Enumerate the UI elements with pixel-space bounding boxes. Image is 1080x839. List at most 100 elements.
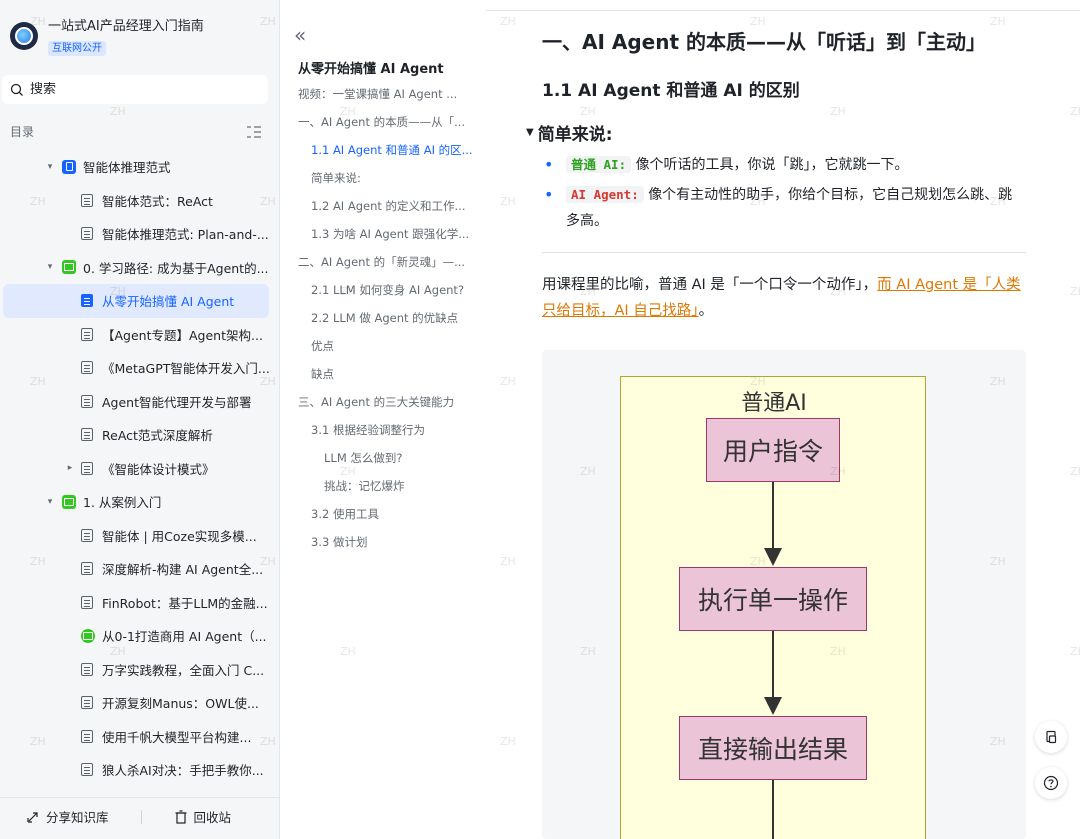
top-divider xyxy=(486,10,1080,11)
sidebar: 一站式AI产品经理入门指南 互联网公开 目录 ▾ 智能体推理范式智能体范式：ReA… xyxy=(0,0,280,839)
sidebar-item[interactable]: 开源复刻Manus：OWL使... xyxy=(0,686,280,720)
folder-icon xyxy=(62,260,76,275)
outline-item[interactable]: LLM 怎么做到? xyxy=(286,448,486,476)
outline-item[interactable]: 三、AI Agent 的三大关键能力 xyxy=(286,392,486,420)
bullet-text: 像个听话的工具，你说「跳」，它就跳一下。 xyxy=(635,157,909,173)
sidebar-item-label: 智能体范式：ReAct xyxy=(102,193,213,209)
help-button[interactable] xyxy=(1035,767,1067,799)
sidebar-item[interactable]: ▾ 1. 从案例入门 xyxy=(0,485,280,519)
outline-item[interactable]: 挑战：记忆爆炸 xyxy=(286,476,486,504)
sidebar-item[interactable]: ReAct范式深度解析 xyxy=(0,418,280,452)
help-icon xyxy=(1043,775,1059,791)
search-box[interactable] xyxy=(2,75,268,104)
sidebar-item-label: 0. 学习路径: 成为基于Agent的... xyxy=(83,260,269,276)
heading-3-collapsible[interactable]: ▼ 简单来说: xyxy=(526,120,613,145)
doc-icon xyxy=(81,729,93,743)
kb-title[interactable]: 一站式AI产品经理入门指南 xyxy=(48,18,204,36)
outline-item[interactable]: 1.1 AI Agent 和普通 AI 的区... xyxy=(286,140,486,168)
collapse-caret-icon[interactable]: ▸ xyxy=(65,463,75,473)
outline-item[interactable]: 视频：一堂课搞懂 AI Agent ... xyxy=(286,84,486,112)
arrowhead-icon xyxy=(764,548,782,566)
doc-icon xyxy=(81,361,93,375)
folder-icon xyxy=(62,494,76,509)
outline-item[interactable]: 1.3 为啥 AI Agent 跟强化学... xyxy=(286,224,486,252)
collapse-caret-icon[interactable]: ▼ xyxy=(526,127,534,138)
sidebar-item[interactable]: 从0-1打造商用 AI Agent（... xyxy=(0,619,280,653)
expand-caret-icon[interactable]: ▾ xyxy=(45,497,55,507)
sidebar-item-label: 1. 从案例入门 xyxy=(83,495,162,511)
doc-icon xyxy=(81,662,93,676)
sidebar-item-label: 智能体推理范式 xyxy=(83,160,171,176)
bullet-item: 普通 AI: 像个听话的工具，你说「跳」，它就跳一下。 xyxy=(542,152,1022,178)
trash-label: 回收站 xyxy=(193,810,232,825)
diagram-edge xyxy=(772,780,774,839)
sidebar-item[interactable]: 狼人杀AI对决：手把手教你... xyxy=(0,753,280,787)
sidebar-item[interactable]: 从零开始搞懂 AI Agent xyxy=(3,284,269,318)
paragraph: 用课程里的比喻，普通 AI 是「一个口令一个动作」，而 AI Agent 是「人… xyxy=(542,272,1026,324)
outline-title[interactable]: 从零开始搞懂 AI Agent xyxy=(298,58,444,77)
sidebar-item[interactable]: Agent智能代理开发与部署 xyxy=(0,385,280,419)
paragraph-end: 。 xyxy=(698,303,714,319)
sidebar-item[interactable]: FinRobot：基于LLM的金融... xyxy=(0,586,280,620)
search-input[interactable] xyxy=(30,82,230,97)
sidebar-item-label: 《智能体设计模式》 xyxy=(102,461,215,477)
sidebar-item[interactable]: ▾ 0. 学习路径: 成为基于Agent的... xyxy=(0,251,280,285)
diagram-node: 用户指令 xyxy=(706,418,840,482)
diagram-edge xyxy=(772,631,774,699)
outline-item[interactable]: 优点 xyxy=(286,336,486,364)
doc-icon xyxy=(81,628,95,643)
outline-item[interactable]: 3.3 做计划 xyxy=(286,532,486,560)
sidebar-item[interactable]: 使用千帆大模型平台构建... xyxy=(0,720,280,754)
mermaid-diagram[interactable]: 普通AI 用户指令 执行单一操作 直接输出结果 xyxy=(542,350,1026,839)
sidebar-item[interactable]: ▸ 《智能体设计模式》 xyxy=(0,452,280,486)
arrowhead-icon xyxy=(764,697,782,715)
sidebar-item[interactable]: 智能体范式：ReAct xyxy=(0,184,280,218)
outline-item[interactable]: 3.2 使用工具 xyxy=(286,504,486,532)
expand-caret-icon[interactable]: ▾ xyxy=(45,162,55,172)
doc-icon xyxy=(81,294,93,308)
kb-badge: 互联网公开 xyxy=(48,41,106,56)
cluster-label: 普通AI xyxy=(741,391,807,416)
outline-item[interactable]: 1.2 AI Agent 的定义和工作... xyxy=(286,196,486,224)
doc-icon xyxy=(81,763,93,777)
sidebar-item[interactable]: 智能体推理范式: Plan-and-... xyxy=(0,217,280,251)
doc-icon xyxy=(81,428,93,442)
sidebar-item-label: 狼人杀AI对决：手把手教你... xyxy=(102,763,264,779)
footer-divider xyxy=(140,809,142,824)
sidebar-item[interactable]: 【Agent专题】Agent架构... xyxy=(0,318,280,352)
sidebar-item[interactable]: ▾ 智能体推理范式 xyxy=(0,150,280,184)
copy-page-button[interactable] xyxy=(1035,721,1067,753)
sidebar-item[interactable]: 深度解析-构建 AI Agent全... xyxy=(0,552,280,586)
outline-item[interactable]: 2.1 LLM 如何变身 AI Agent? xyxy=(286,280,486,308)
sidebar-item-label: ReAct范式深度解析 xyxy=(102,428,213,444)
sidebar-item-label: 开源复刻Manus：OWL使... xyxy=(102,696,259,712)
sidebar-item-label: 《MetaGPT智能体开发入门... xyxy=(102,361,270,377)
heading-1: 一、AI Agent 的本质——从「听话」到「主动」 xyxy=(542,30,987,54)
sidebar-item[interactable]: 万字实践教程，全面入门 C... xyxy=(0,653,280,687)
doc-icon xyxy=(81,327,93,341)
outline-item[interactable]: 二、AI Agent 的「新灵魂」—... xyxy=(286,252,486,280)
toc-list-toggle-icon[interactable] xyxy=(246,125,262,139)
outline-item[interactable]: 一、AI Agent 的本质——从「... xyxy=(286,112,486,140)
knowledge-base-header[interactable]: 一站式AI产品经理入门指南 互联网公开 xyxy=(10,18,204,56)
expand-caret-icon[interactable]: ▾ xyxy=(45,262,55,272)
sidebar-item[interactable]: 智能体 | 用Coze实现多模... xyxy=(0,519,280,553)
sidebar-item-label: 从0-1打造商用 AI Agent（... xyxy=(102,629,267,645)
inline-code: 普通 AI: xyxy=(566,156,632,173)
outline-item[interactable]: 缺点 xyxy=(286,364,486,392)
sidebar-item-label: 深度解析-构建 AI Agent全... xyxy=(102,562,264,578)
outline-item[interactable]: 2.2 LLM 做 Agent 的优缺点 xyxy=(286,308,486,336)
outline-item[interactable]: 简单来说: xyxy=(286,168,486,196)
trash-button[interactable]: 回收站 xyxy=(174,807,232,826)
folder-icon xyxy=(62,159,76,174)
outline-item[interactable]: 3.1 根据经验调整行为 xyxy=(286,420,486,448)
collapse-outline-button[interactable]: « xyxy=(294,25,306,45)
share-kb-button[interactable]: 分享知识库 xyxy=(26,807,109,826)
sidebar-item-label: Agent智能代理开发与部署 xyxy=(102,394,252,410)
sidebar-item[interactable]: 《MetaGPT智能体开发入门... xyxy=(0,351,280,385)
heading-3-label: 简单来说: xyxy=(537,125,613,145)
sidebar-footer: 分享知识库 回收站 xyxy=(0,797,280,835)
search-icon xyxy=(10,83,23,96)
paragraph-text: 用课程里的比喻，普通 AI 是「一个口令一个动作」， xyxy=(542,277,878,293)
sidebar-item-label: 智能体 | 用Coze实现多模... xyxy=(102,528,257,544)
